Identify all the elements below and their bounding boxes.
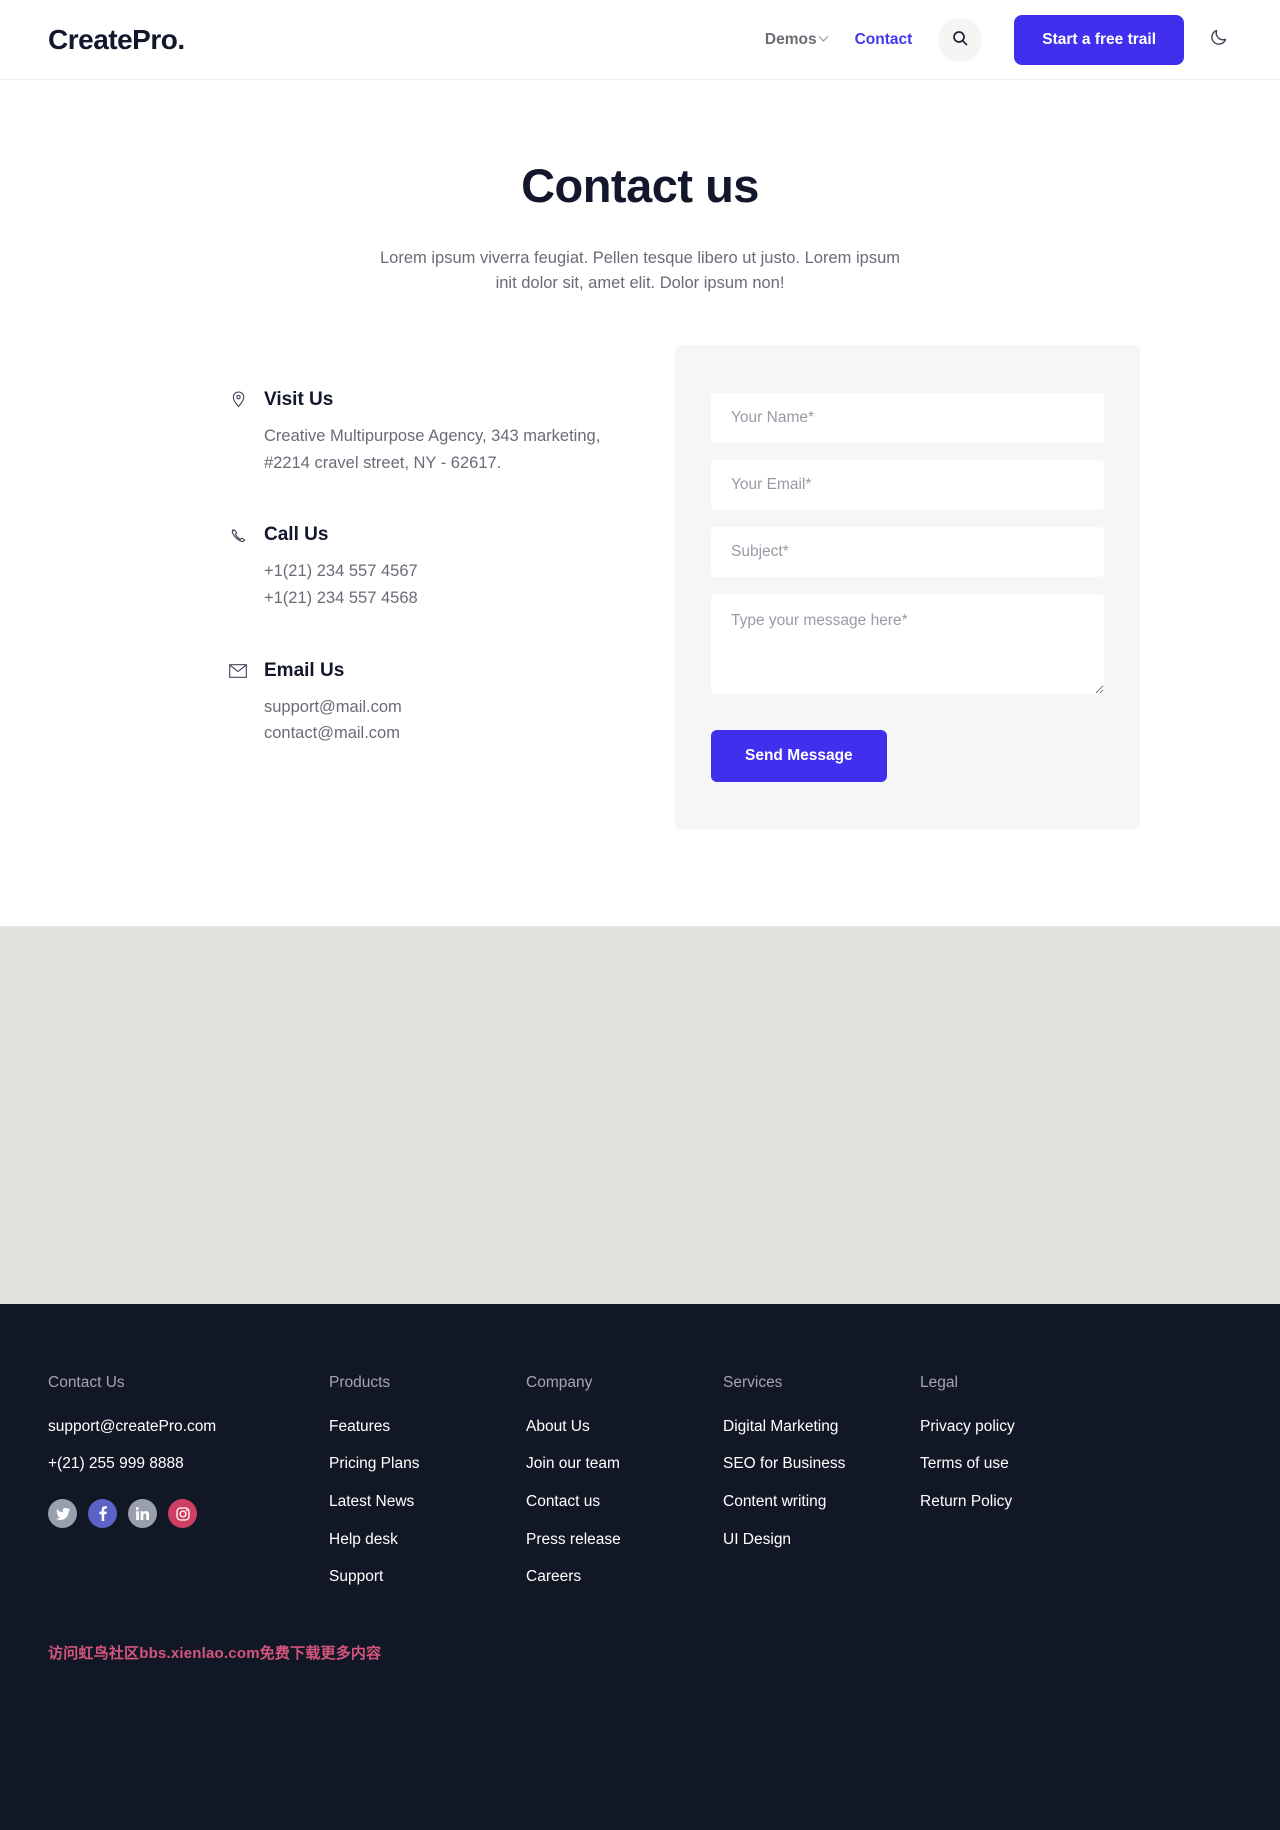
footer-link[interactable]: Pricing Plans <box>329 1455 526 1474</box>
footer-link[interactable]: support@createPro.com <box>48 1418 329 1437</box>
envelope-icon <box>228 663 248 678</box>
search-button[interactable] <box>938 17 983 62</box>
instagram-icon[interactable] <box>168 1499 197 1528</box>
footer-link[interactable]: About Us <box>526 1418 723 1437</box>
footer-column-services: Services Digital Marketing SEO for Busin… <box>723 1374 920 1568</box>
page-title: Contact us <box>521 159 759 212</box>
nav-item-contact[interactable]: Contact <box>841 31 927 49</box>
hero-subtitle: Lorem ipsum viverra feugiat. Pellen tesq… <box>380 248 900 293</box>
phone-icon <box>228 528 248 543</box>
facebook-icon[interactable] <box>88 1499 117 1528</box>
primary-nav: Demos Contact Start a free trail <box>751 14 1232 65</box>
footer-heading: Products <box>329 1373 391 1391</box>
chevron-down-icon <box>818 31 829 42</box>
map-placeholder[interactable] <box>0 925 1280 1304</box>
linkedin-icon[interactable] <box>128 1499 157 1528</box>
footer-link[interactable]: SEO for Business <box>723 1455 920 1474</box>
contact-info-line[interactable]: contact@mail.com <box>264 720 640 747</box>
footer-link[interactable]: Press release <box>526 1531 723 1550</box>
contact-info-line: Creative Multipurpose Agency, 343 market… <box>264 426 601 445</box>
footer-link[interactable]: Content writing <box>723 1493 920 1512</box>
nav-item-demos-label: Demos <box>764 30 817 48</box>
footer-link[interactable]: Privacy policy <box>920 1418 1117 1437</box>
footer-link[interactable]: Join our team <box>526 1455 723 1474</box>
social-links <box>48 1499 329 1528</box>
location-pin-icon <box>228 391 248 408</box>
nav-item-contact-label: Contact <box>854 30 913 48</box>
watermark-text: 访问虹鸟社区bbs.xienlao.com免费下载更多内容 <box>48 1644 382 1662</box>
footer-link[interactable]: Terms of use <box>920 1455 1117 1474</box>
message-textarea[interactable] <box>711 593 1104 694</box>
footer-heading: Contact Us <box>48 1373 125 1391</box>
brand-logo[interactable]: CreatePro. <box>48 24 185 56</box>
contact-info-call-us: Call Us +1(21) 234 557 4567 +1(21) 234 5… <box>228 524 640 611</box>
contact-info-email-us-title: Email Us <box>264 659 345 681</box>
contact-info-call-us-body: +1(21) 234 557 4567 +1(21) 234 557 4568 <box>228 558 640 611</box>
footer-link[interactable]: Help desk <box>329 1531 526 1550</box>
contact-info-email-us-body: support@mail.com contact@mail.com <box>228 694 640 747</box>
subject-input[interactable] <box>711 526 1104 577</box>
dark-mode-toggle[interactable] <box>1206 27 1232 53</box>
contact-info-call-us-title: Call Us <box>264 524 329 546</box>
footer-link[interactable]: Features <box>329 1418 526 1437</box>
footer-column-products: Products Features Pricing Plans Latest N… <box>329 1374 526 1606</box>
footer-heading: Legal <box>920 1373 958 1391</box>
search-icon <box>952 30 968 49</box>
footer-heading: Services <box>723 1373 783 1391</box>
email-input[interactable] <box>711 459 1104 510</box>
nav-item-demos[interactable]: Demos <box>751 31 841 49</box>
contact-info-visit-us: Visit Us Creative Multipurpose Agency, 3… <box>228 389 640 476</box>
footer-link[interactable]: UI Design <box>723 1531 920 1550</box>
footer-column-legal: Legal Privacy policy Terms of use Return… <box>920 1374 1117 1531</box>
footer-column-company: Company About Us Join our team Contact u… <box>526 1374 723 1606</box>
footer-link[interactable]: Careers <box>526 1568 723 1587</box>
footer-link[interactable]: Latest News <box>329 1493 526 1512</box>
moon-icon <box>1209 27 1229 52</box>
contact-info-list: Visit Us Creative Multipurpose Agency, 3… <box>140 345 640 747</box>
footer-heading: Company <box>526 1373 593 1391</box>
send-message-button[interactable]: Send Message <box>711 729 887 782</box>
site-header: CreatePro. Demos Contact Start a free tr… <box>0 0 1280 80</box>
hero-section: Contact us Lorem ipsum viverra feugiat. … <box>0 80 1280 297</box>
contact-form: Send Message <box>675 344 1140 830</box>
contact-info-line[interactable]: support@mail.com <box>264 694 640 721</box>
contact-section: Visit Us Creative Multipurpose Agency, 3… <box>0 296 1280 926</box>
footer-column-contact-us: Contact Us support@createPro.com +(21) 2… <box>48 1374 329 1528</box>
contact-info-line[interactable]: +1(21) 234 557 4567 <box>264 558 640 585</box>
footer-link[interactable]: Support <box>329 1568 526 1587</box>
footer-link[interactable]: Contact us <box>526 1493 723 1512</box>
contact-info-line[interactable]: +1(21) 234 557 4568 <box>264 585 640 612</box>
contact-info-email-us: Email Us support@mail.com contact@mail.c… <box>228 660 640 747</box>
footer-link[interactable]: +(21) 255 999 8888 <box>48 1455 329 1474</box>
site-footer: Contact Us support@createPro.com +(21) 2… <box>0 1303 1280 1830</box>
name-input[interactable] <box>711 392 1104 443</box>
twitter-icon[interactable] <box>48 1499 77 1528</box>
footer-link[interactable]: Digital Marketing <box>723 1418 920 1437</box>
contact-info-visit-us-title: Visit Us <box>264 388 334 410</box>
contact-info-visit-us-body: Creative Multipurpose Agency, 343 market… <box>228 423 640 476</box>
contact-info-line: #2214 cravel street, NY - 62617. <box>264 453 502 472</box>
footer-link[interactable]: Return Policy <box>920 1493 1117 1512</box>
start-free-trial-button[interactable]: Start a free trail <box>1014 14 1184 65</box>
